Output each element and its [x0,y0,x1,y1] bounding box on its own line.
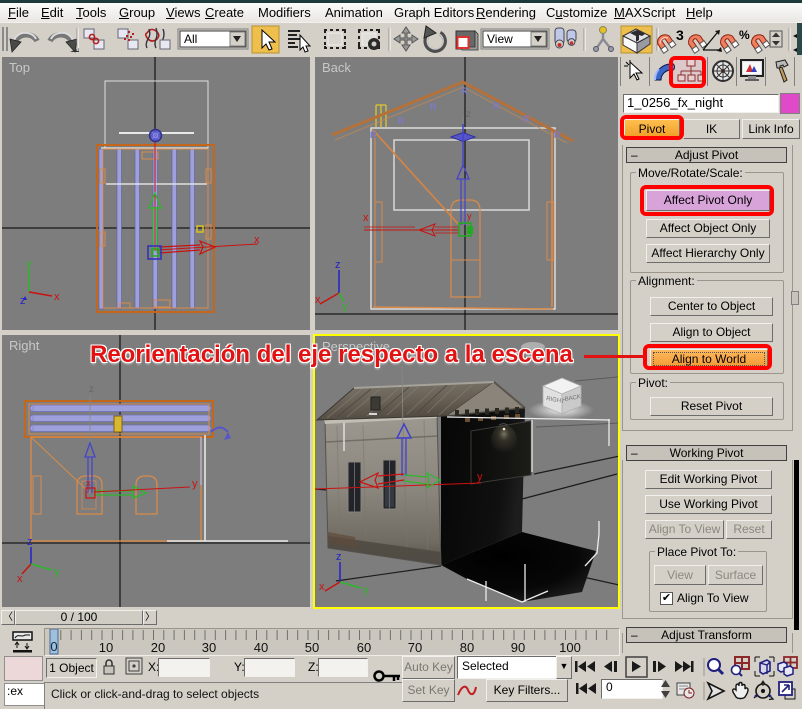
svg-text:x: x [315,294,321,306]
svg-text:x: x [17,573,23,585]
svg-text:All: All [184,32,197,46]
svg-text:R: R [398,116,405,126]
svg-text:z: z [336,551,342,563]
svg-text:y: y [467,211,472,221]
svg-text:10: 10 [99,640,113,655]
svg-text:30: 30 [202,640,216,655]
svg-text:60: 60 [357,640,371,655]
svg-text:x: x [86,478,91,488]
svg-text:x: x [254,234,260,246]
svg-text:z: z [20,295,26,307]
svg-text:z: z [27,536,33,548]
svg-text:y: y [26,258,32,270]
svg-text:80: 80 [460,640,474,655]
svg-text:%: % [739,28,750,42]
svg-text:0: 0 [50,639,57,654]
svg-text:70: 70 [408,640,422,655]
svg-text:90: 90 [511,640,525,655]
svg-text:View: View [487,32,513,46]
svg-text:50: 50 [305,640,319,655]
svg-text:y: y [363,584,369,596]
svg-text:x: x [319,581,325,593]
svg-text:z: z [335,259,341,271]
svg-text:100: 100 [559,640,581,655]
svg-text:x: x [363,212,369,224]
svg-text:y: y [477,471,483,483]
svg-text:y: y [54,566,60,578]
svg-text:3: 3 [676,27,684,43]
svg-text:y: y [342,301,348,313]
svg-text:20: 20 [151,640,165,655]
svg-text:y: y [192,478,198,490]
svg-text:z: z [89,384,94,395]
svg-text:R: R [493,101,500,111]
svg-text:R: R [370,130,377,140]
svg-text:z: z [466,109,471,120]
svg-text:40: 40 [254,640,268,655]
svg-text:R: R [430,102,437,112]
svg-text:R: R [554,130,561,140]
svg-text:R: R [461,86,468,96]
svg-text:x: x [54,291,60,303]
svg-text:R: R [523,114,530,124]
